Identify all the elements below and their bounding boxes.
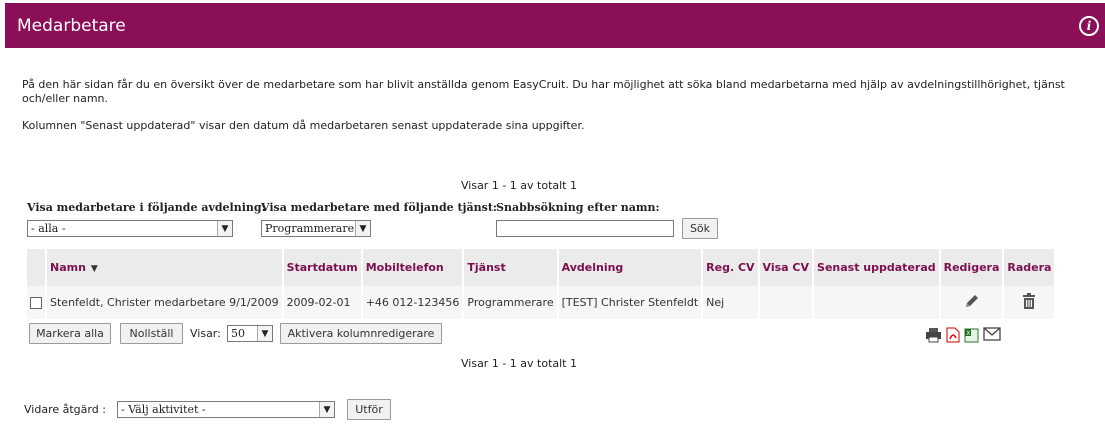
cell-updated [813, 286, 941, 319]
cell-department: [TEST] Christer Stenfeldt [557, 286, 704, 319]
intro-paragraph-1: På den här sidan får du en översikt över… [22, 78, 1065, 105]
column-header-role[interactable]: Tjänst [463, 249, 559, 286]
chevron-down-icon: ▼ [319, 402, 334, 417]
excel-icon[interactable]: X [964, 327, 979, 343]
column-header-label: Namn [50, 261, 86, 274]
pencil-icon[interactable] [963, 292, 981, 310]
execute-button[interactable]: Utför [347, 399, 391, 420]
cell-role: Programmerare [463, 286, 559, 319]
department-filter-label: Visa medarbetare i följande avdelning: [27, 201, 266, 214]
column-header-delete: Radera [1003, 249, 1057, 286]
column-header-reg-cv[interactable]: Reg. CV [702, 249, 760, 286]
select-all-button[interactable]: Markera alla [29, 323, 111, 344]
activate-column-editor-button[interactable]: Aktivera kolumnredigerare [280, 323, 442, 344]
page-size-label: Visar: [190, 327, 221, 340]
column-header-updated[interactable]: Senast uppdaterad [813, 249, 941, 286]
column-header-mobile[interactable]: Mobiltelefon [361, 249, 465, 286]
intro-paragraph-2: Kolumnen "Senast uppdaterad" visar den d… [22, 119, 585, 132]
name-search-input[interactable] [496, 220, 674, 237]
role-select[interactable]: Programmerare ▼ [261, 220, 371, 237]
info-icon[interactable]: i [1079, 16, 1099, 36]
result-counter-bottom: Visar 1 - 1 av totalt 1 [461, 357, 577, 370]
cell-start: 2009-02-01 [282, 286, 363, 319]
column-header-edit: Redigera [939, 249, 1005, 286]
trash-icon[interactable] [1020, 292, 1038, 310]
cell-name[interactable]: Stenfeldt, Christer medarbetare 9/1/2009 [46, 286, 284, 319]
print-icon[interactable] [925, 327, 942, 343]
column-header-department[interactable]: Avdelning [557, 249, 704, 286]
activity-select[interactable]: - Välj aktivitet - ▼ [117, 401, 335, 418]
page-size-select[interactable]: 50 ▼ [227, 325, 273, 342]
sort-desc-icon: ▼ [90, 264, 98, 274]
pdf-icon[interactable] [946, 327, 960, 343]
cell-reg-cv: Nej [702, 286, 760, 319]
row-checkbox[interactable] [30, 297, 42, 309]
email-icon[interactable] [983, 327, 1001, 341]
column-header-show-cv: Visa CV [758, 249, 815, 286]
cell-show-cv [758, 286, 815, 319]
reset-button[interactable]: Nollställ [120, 323, 183, 344]
table-row: Stenfeldt, Christer medarbetare 9/1/2009… [27, 286, 1057, 319]
cell-delete [1003, 286, 1057, 319]
page-size-value: 50 [231, 327, 245, 340]
export-toolbar: X [925, 327, 1001, 343]
role-filter-label: Visa medarbetare med följande tjänst: [261, 201, 497, 214]
page-title: Medarbetare [17, 15, 126, 36]
page-header: Medarbetare i [5, 3, 1105, 48]
department-filter: Visa medarbetare i följande avdelning: [27, 201, 266, 214]
chevron-down-icon: ▼ [355, 221, 370, 236]
name-search-label: Snabbsökning efter namn: [496, 201, 660, 214]
column-header-start[interactable]: Startdatum [282, 249, 363, 286]
role-select-value: Programmerare [265, 222, 355, 235]
activity-select-value: - Välj aktivitet - [121, 403, 206, 416]
chevron-down-icon: ▼ [217, 221, 232, 236]
intro-text: På den här sidan får du en översikt över… [22, 78, 1072, 146]
further-action-label: Vidare åtgärd : [24, 403, 106, 416]
table-header-row: Namn ▼ Startdatum Mobiltelefon Tjänst Avd… [27, 249, 1057, 286]
row-checkbox-cell [27, 286, 47, 319]
cell-mobile: +46 012-123456 [361, 286, 465, 319]
search-button[interactable]: Sök [682, 218, 718, 239]
checkbox-column-header [27, 249, 47, 286]
svg-text:X: X [966, 330, 970, 337]
result-counter-top: Visar 1 - 1 av totalt 1 [461, 179, 577, 192]
table-controls: Markera alla Nollställ Visar: 50 ▼ Aktiv… [29, 323, 1019, 345]
role-filter: Visa medarbetare med följande tjänst: [261, 201, 497, 214]
department-select-value: - alla - [31, 222, 66, 235]
name-search-filter: Snabbsökning efter namn: [496, 201, 660, 214]
column-header-name[interactable]: Namn ▼ [46, 249, 284, 286]
department-select[interactable]: - alla - ▼ [27, 220, 233, 237]
employee-table: Namn ▼ Startdatum Mobiltelefon Tjänst Avd… [27, 249, 1057, 319]
chevron-down-icon: ▼ [257, 326, 272, 341]
cell-edit [939, 286, 1005, 319]
